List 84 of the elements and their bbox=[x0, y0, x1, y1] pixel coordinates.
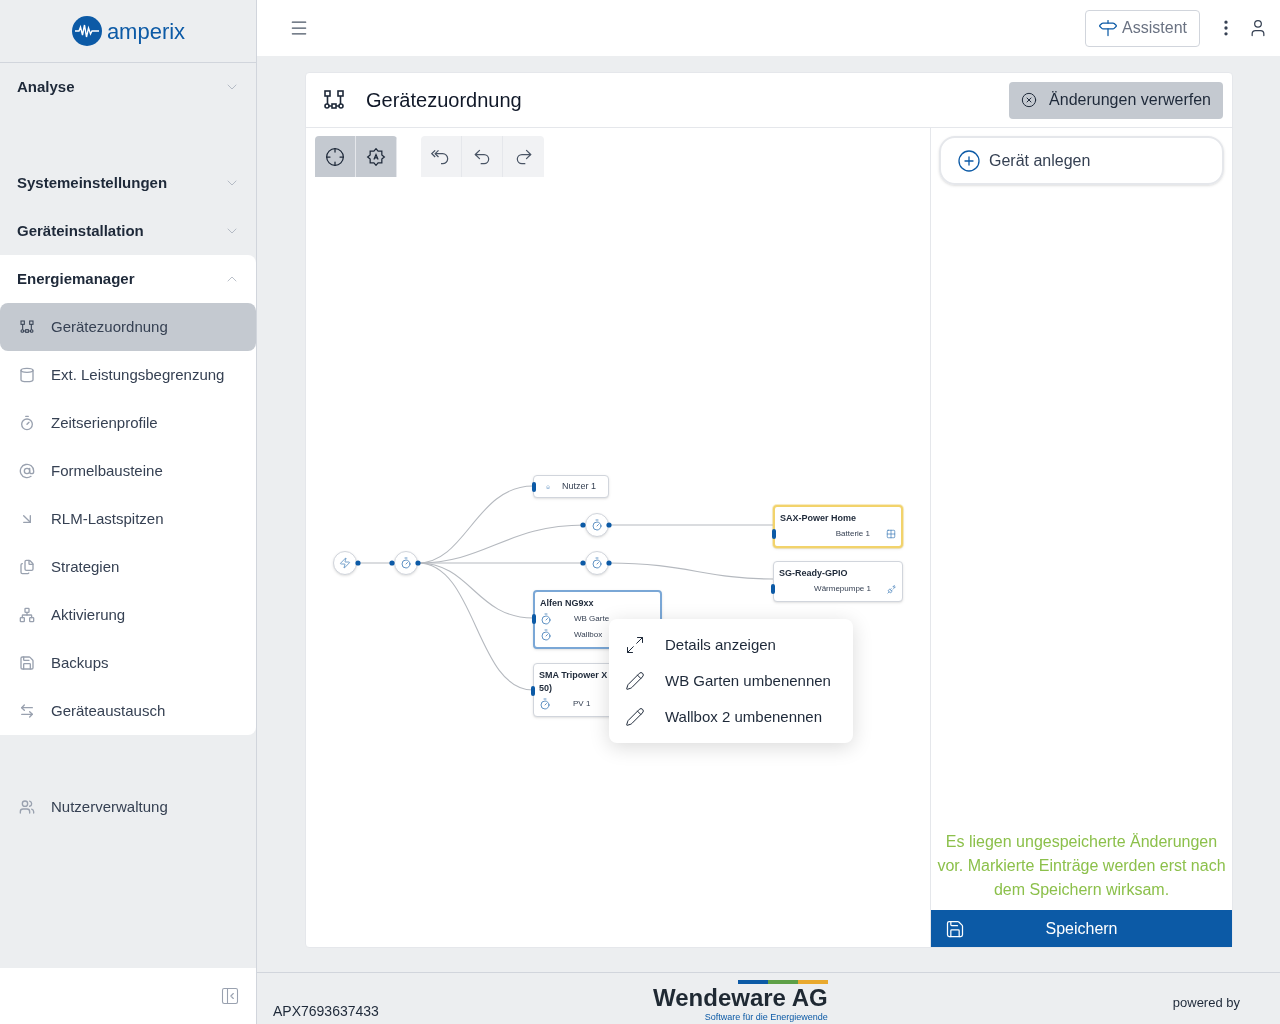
wave-logo-icon bbox=[70, 15, 103, 47]
device-icon bbox=[886, 529, 896, 539]
sidebar-section[interactable]: Analyse bbox=[0, 63, 256, 111]
node-label: WB Garte bbox=[574, 613, 610, 625]
save-button[interactable]: Speichern bbox=[931, 910, 1232, 947]
node-title: Nutzer 1 bbox=[562, 479, 596, 493]
connector-dot bbox=[415, 560, 421, 566]
users-icon bbox=[19, 799, 35, 815]
device-icon bbox=[887, 584, 897, 594]
meter-icon bbox=[540, 629, 552, 641]
meter-icon bbox=[539, 698, 551, 710]
connector-dot bbox=[606, 522, 612, 528]
crosshair-icon bbox=[325, 146, 345, 167]
sidebar-item[interactable]: Gerätezuordnung bbox=[0, 303, 256, 351]
brand-name: amperix bbox=[106, 17, 186, 46]
connector-dot bbox=[580, 560, 586, 566]
source-node[interactable] bbox=[333, 551, 357, 575]
pencil-icon bbox=[625, 671, 645, 691]
node-graph-icon bbox=[322, 88, 346, 112]
node-label: PV 1 bbox=[573, 698, 591, 710]
meter-node[interactable] bbox=[585, 551, 609, 575]
meter-icon bbox=[400, 557, 412, 569]
sidebar-item[interactable]: Geräteaustausch bbox=[0, 687, 256, 735]
sidebar-item[interactable]: Zeitserienprofile bbox=[0, 399, 256, 447]
node-title: SG-Ready-GPIO bbox=[779, 567, 848, 580]
auto-layout-icon bbox=[366, 146, 386, 167]
node-title: SMA Tripower X 50) bbox=[539, 669, 608, 695]
collapse-icon[interactable] bbox=[220, 986, 240, 1006]
node-graph-icon bbox=[19, 319, 35, 335]
connector-dot bbox=[580, 522, 586, 528]
sidebar-item[interactable]: Backups bbox=[0, 639, 256, 687]
cylinder-icon bbox=[19, 367, 35, 383]
assistant-button[interactable]: Assistent bbox=[1085, 9, 1200, 47]
sidebar-section[interactable]: Geräteinstallation bbox=[0, 207, 256, 255]
save-icon bbox=[19, 655, 35, 671]
timer-icon bbox=[19, 415, 35, 431]
sidebar-item[interactable]: Aktivierung bbox=[0, 591, 256, 639]
meter-node[interactable] bbox=[585, 513, 609, 537]
meter-icon bbox=[540, 613, 552, 625]
connector-dot bbox=[389, 560, 395, 566]
add-device-button[interactable]: Gerät anlegen bbox=[939, 136, 1224, 185]
meter-icon bbox=[591, 519, 603, 531]
company-tagline: Software für die Energiewende bbox=[704, 1012, 828, 1022]
node-label: Batterie 1 bbox=[835, 528, 870, 540]
sidebar-section[interactable]: Energiemanager bbox=[0, 255, 256, 303]
save-icon bbox=[945, 918, 965, 939]
sidebar-item[interactable]: Strategien bbox=[0, 543, 256, 591]
device-node[interactable]: SG-Ready-GPIO Wärmepumpe 1 bbox=[773, 561, 903, 602]
unsaved-notice: Es liegen ungespeicherte Änderungen vor. Markierte Einträge werden erst nach dem Speichern wirksam. bbox=[936, 832, 1227, 900]
sidebar-item[interactable]: Formelbausteine bbox=[0, 447, 256, 495]
view-toggle[interactable] bbox=[356, 136, 397, 177]
sidebar-item[interactable]: Ext. Leistungsbegrenzung bbox=[0, 351, 256, 399]
consumer-node[interactable]: Nutzer 1 bbox=[533, 475, 609, 498]
sidebar-item[interactable]: RLM-Lastspitzen bbox=[0, 495, 256, 543]
discard-button[interactable]: Änderungen verwerfen bbox=[1009, 81, 1223, 119]
at-icon bbox=[19, 463, 35, 479]
close-circle-icon bbox=[1021, 92, 1038, 108]
device-id: APX7693637433 bbox=[273, 1002, 380, 1021]
lightning-icon bbox=[339, 557, 351, 569]
undo-all-button[interactable] bbox=[421, 136, 462, 177]
pencil-icon bbox=[625, 707, 645, 727]
company-name: Wendeware AG bbox=[653, 984, 828, 1012]
node-label: Wallbox bbox=[574, 629, 603, 641]
expand-icon bbox=[625, 635, 645, 655]
page-title: Gerätezuordnung bbox=[366, 88, 522, 113]
connector-dot bbox=[606, 560, 612, 566]
redo-button[interactable] bbox=[503, 136, 544, 177]
signpost-icon bbox=[1098, 18, 1119, 38]
powered-by-label: powered by bbox=[1172, 994, 1240, 1012]
files-icon bbox=[19, 559, 35, 575]
undo-button[interactable] bbox=[462, 136, 503, 177]
sidebar-item[interactable]: Nutzerverwaltung bbox=[0, 783, 256, 831]
plus-circle-icon bbox=[957, 148, 981, 173]
sidebar-section[interactable]: Systemeinstellungen bbox=[0, 159, 256, 207]
connector-dot bbox=[355, 560, 361, 566]
swap-icon bbox=[19, 703, 35, 719]
device-node[interactable]: SAX-Power Home Batterie 1 bbox=[773, 505, 903, 548]
node-title: SAX-Power Home bbox=[780, 512, 857, 525]
hierarchy-icon bbox=[19, 607, 35, 623]
node-label: Wärmepumpe 1 bbox=[814, 583, 871, 595]
view-toggle[interactable] bbox=[315, 136, 356, 177]
meter-node[interactable] bbox=[394, 551, 418, 575]
meter-icon bbox=[591, 557, 603, 569]
node-title: Alfen NG9xx bbox=[540, 597, 594, 610]
